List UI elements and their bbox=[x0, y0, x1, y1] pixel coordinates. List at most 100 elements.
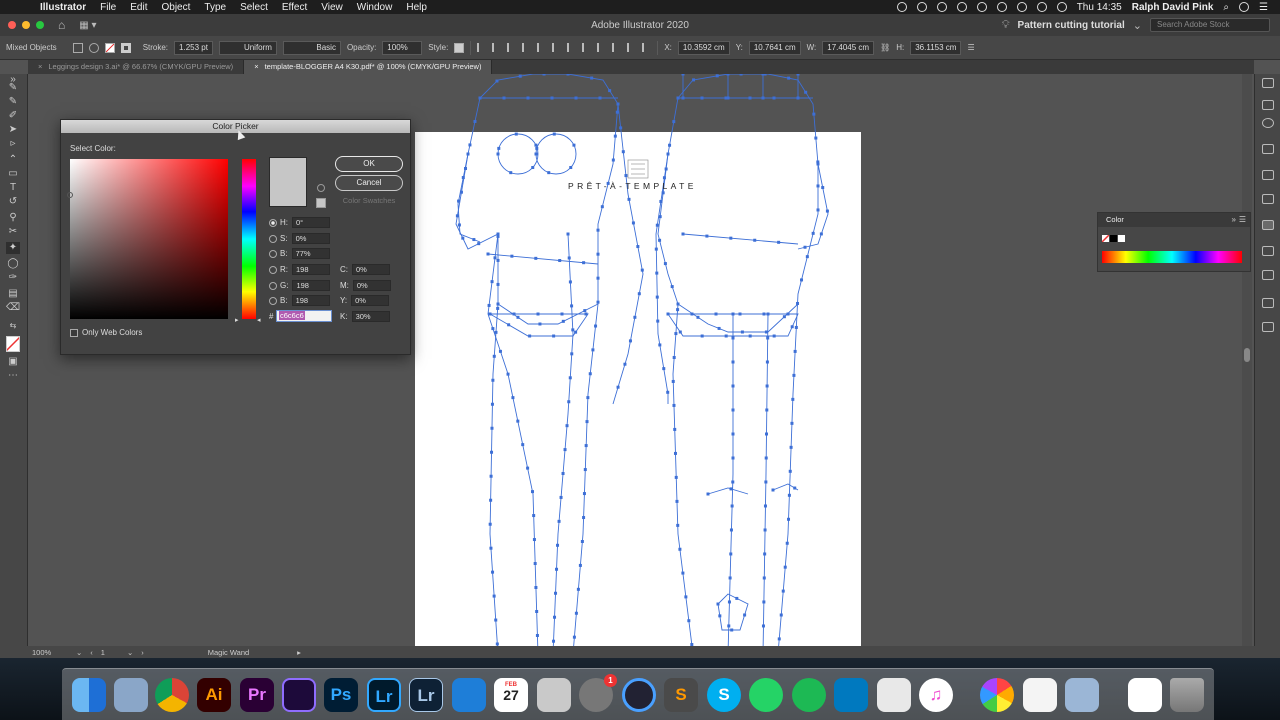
anchor-point[interactable] bbox=[656, 319, 660, 323]
anchor-point[interactable] bbox=[796, 96, 800, 100]
anchor-point[interactable] bbox=[477, 242, 481, 246]
anchor-point[interactable] bbox=[535, 609, 539, 613]
anchor-point[interactable] bbox=[700, 96, 704, 100]
hue-slider[interactable] bbox=[242, 159, 256, 319]
s-field[interactable]: 0% bbox=[291, 233, 330, 244]
figure-path[interactable] bbox=[797, 163, 829, 250]
figure-path[interactable] bbox=[682, 233, 799, 245]
anchor-point[interactable] bbox=[764, 456, 768, 460]
blue-radio[interactable] bbox=[269, 296, 277, 305]
menu-panel-icon[interactable] bbox=[1262, 144, 1274, 154]
anchor-point[interactable] bbox=[777, 240, 781, 244]
anchor-point[interactable] bbox=[556, 543, 560, 547]
anchor-point[interactable] bbox=[662, 176, 666, 180]
anchor-point[interactable] bbox=[803, 245, 807, 249]
figure-path[interactable] bbox=[612, 103, 644, 405]
figure-path[interactable] bbox=[487, 233, 539, 646]
h-field[interactable]: 36.1153 cm bbox=[910, 40, 962, 55]
rotate-tool-icon[interactable]: ↺ bbox=[6, 196, 20, 208]
anchor-point[interactable] bbox=[623, 362, 627, 366]
anchor-point[interactable] bbox=[633, 315, 637, 319]
anchor-point[interactable] bbox=[655, 295, 659, 299]
rectangle-tool-icon[interactable]: ▭ bbox=[6, 168, 20, 180]
anchor-point[interactable] bbox=[762, 600, 766, 604]
zoom-select[interactable]: 100% bbox=[32, 648, 72, 657]
align-right-icon[interactable] bbox=[507, 43, 516, 52]
anchor-point[interactable] bbox=[735, 596, 739, 600]
anchor-point[interactable] bbox=[692, 78, 696, 82]
anchor-point[interactable] bbox=[559, 495, 563, 499]
distribute-left-icon[interactable] bbox=[612, 43, 621, 52]
eyedropper-tool-icon[interactable]: ⚲ bbox=[6, 212, 20, 224]
anchor-point[interactable] bbox=[731, 312, 735, 316]
anchor-point[interactable] bbox=[582, 261, 586, 265]
anchor-point[interactable] bbox=[794, 325, 798, 329]
anchor-point[interactable] bbox=[502, 96, 506, 100]
layers-panel-icon[interactable] bbox=[1262, 170, 1274, 180]
anchor-point[interactable] bbox=[627, 197, 631, 201]
anchor-point[interactable] bbox=[489, 498, 493, 502]
anchor-point[interactable] bbox=[534, 152, 538, 156]
anchor-point[interactable] bbox=[681, 571, 685, 575]
finder-icon[interactable] bbox=[72, 678, 106, 712]
ellipse-tool-icon[interactable]: ◯ bbox=[6, 258, 20, 270]
ok-button[interactable]: OK bbox=[335, 156, 403, 172]
menu-effect[interactable]: Effect bbox=[282, 2, 307, 13]
anchor-point[interactable] bbox=[766, 312, 770, 316]
spotlight-icon[interactable]: ⌕ bbox=[1223, 2, 1229, 13]
anchor-point[interactable] bbox=[489, 546, 493, 550]
anchor-point[interactable] bbox=[496, 302, 500, 306]
type-tool-icon[interactable]: T bbox=[6, 182, 20, 194]
anchor-point[interactable] bbox=[706, 492, 710, 496]
anchor-point[interactable] bbox=[613, 134, 617, 138]
photoshop-icon[interactable]: Ps bbox=[324, 678, 358, 712]
anchor-point[interactable] bbox=[516, 315, 520, 319]
align-middle-icon[interactable] bbox=[537, 43, 546, 52]
anchor-point[interactable] bbox=[594, 324, 598, 328]
anchor-point[interactable] bbox=[678, 547, 682, 551]
h-radio[interactable] bbox=[269, 218, 277, 227]
anchor-point[interactable] bbox=[787, 517, 791, 521]
anchor-point[interactable] bbox=[676, 302, 680, 306]
anchor-point[interactable] bbox=[574, 330, 578, 334]
media-encoder-icon[interactable] bbox=[282, 678, 316, 712]
anchor-point[interactable] bbox=[670, 285, 674, 289]
anchor-point[interactable] bbox=[570, 352, 574, 356]
anchor-point[interactable] bbox=[785, 541, 789, 545]
figure-path[interactable] bbox=[479, 74, 619, 646]
anchor-point[interactable] bbox=[743, 613, 747, 617]
image-viewer-icon[interactable] bbox=[1065, 678, 1099, 712]
anchor-point[interactable] bbox=[534, 586, 538, 590]
hue-slider-right-arrow-icon[interactable]: ◂ bbox=[257, 316, 261, 324]
anchor-point[interactable] bbox=[763, 504, 767, 508]
anchor-point[interactable] bbox=[729, 487, 733, 491]
anchor-point[interactable] bbox=[730, 504, 734, 508]
appearance-panel-icon[interactable] bbox=[1262, 118, 1274, 128]
anchor-point[interactable] bbox=[496, 152, 500, 156]
figure-path[interactable] bbox=[457, 153, 481, 243]
anchor-point[interactable] bbox=[512, 312, 516, 316]
anchor-point[interactable] bbox=[753, 238, 757, 242]
anchor-point[interactable] bbox=[636, 245, 640, 249]
anchor-point[interactable] bbox=[662, 367, 666, 371]
menu-file[interactable]: File bbox=[100, 2, 116, 13]
menu-type[interactable]: Type bbox=[204, 2, 226, 13]
scissors-tool-icon[interactable]: ✂ bbox=[6, 226, 20, 238]
anchor-point[interactable] bbox=[596, 228, 600, 232]
anchor-point[interactable] bbox=[812, 112, 816, 116]
archive-icon[interactable] bbox=[537, 678, 571, 712]
anchor-point[interactable] bbox=[762, 576, 766, 580]
figure-path[interactable] bbox=[762, 313, 769, 646]
wifi-icon[interactable] bbox=[1016, 2, 1027, 12]
anchor-point[interactable] bbox=[696, 315, 700, 319]
premiere-icon[interactable]: Pr bbox=[240, 678, 274, 712]
anchor-point[interactable] bbox=[491, 570, 495, 574]
spotify-icon[interactable] bbox=[792, 678, 826, 712]
anchor-point[interactable] bbox=[714, 312, 718, 316]
sync-icon[interactable] bbox=[916, 2, 927, 12]
anchor-point[interactable] bbox=[457, 223, 461, 227]
figure-path[interactable] bbox=[677, 74, 819, 646]
distribute-bottom-icon[interactable] bbox=[597, 43, 606, 52]
anchor-point[interactable] bbox=[678, 330, 682, 334]
music-icon[interactable] bbox=[956, 2, 967, 12]
